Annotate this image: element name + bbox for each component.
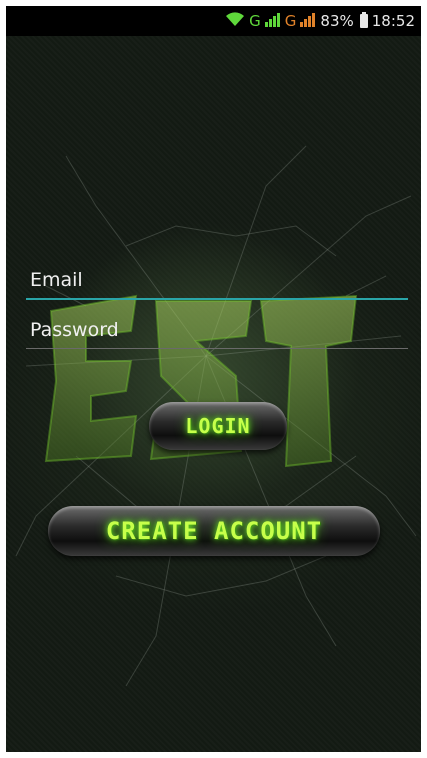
wifi-icon bbox=[225, 11, 245, 31]
phone-screen: G G 83% 18:52 Email LOGIN CREATE ACCOUNT bbox=[6, 6, 421, 752]
login-screen: LOGIN CREATE ACCOUNT bbox=[6, 36, 421, 752]
battery-percent: 83% bbox=[320, 12, 354, 30]
email-field[interactable] bbox=[26, 262, 408, 298]
login-button-label: LOGIN bbox=[185, 414, 251, 438]
status-bar: G G 83% 18:52 bbox=[6, 6, 421, 36]
login-button[interactable]: LOGIN bbox=[149, 402, 287, 450]
logo-watermark bbox=[44, 294, 358, 468]
signal-icon bbox=[264, 12, 281, 31]
create-account-button[interactable]: CREATE ACCOUNT bbox=[48, 506, 380, 556]
create-account-button-label: CREATE ACCOUNT bbox=[105, 517, 323, 545]
password-field[interactable] bbox=[26, 312, 408, 348]
email-field-container bbox=[26, 262, 408, 300]
clock: 18:52 bbox=[371, 12, 415, 30]
password-field-container bbox=[26, 312, 408, 349]
network-type-2: G bbox=[284, 12, 297, 30]
battery-icon bbox=[359, 12, 368, 28]
signal-icon bbox=[300, 12, 316, 31]
network-type-1: G bbox=[249, 12, 261, 30]
